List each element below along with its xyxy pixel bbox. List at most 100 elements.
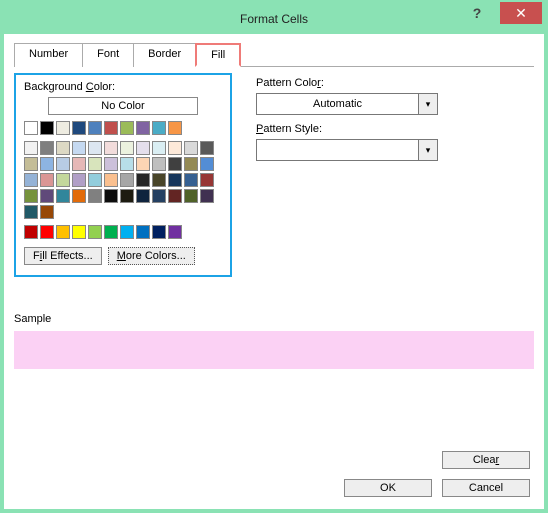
- titlebar: Format Cells ? ✕: [4, 4, 544, 34]
- fill-effects-button[interactable]: Fill Effects...: [24, 247, 102, 265]
- color-swatch[interactable]: [24, 121, 38, 135]
- color-swatch[interactable]: [72, 225, 86, 239]
- color-swatch[interactable]: [120, 121, 134, 135]
- color-swatch[interactable]: [104, 141, 118, 155]
- theme-colors-header-row: [24, 121, 222, 135]
- pattern-color-label: Pattern Color:: [256, 77, 534, 89]
- color-swatch[interactable]: [40, 189, 54, 203]
- pattern-style-combo[interactable]: ▾: [256, 139, 438, 161]
- color-swatch[interactable]: [152, 189, 166, 203]
- pattern-color-value: Automatic: [257, 98, 418, 110]
- color-swatch[interactable]: [104, 225, 118, 239]
- color-swatch[interactable]: [40, 205, 54, 219]
- pattern-panel: Pattern Color: Automatic ▾ Pattern Style…: [256, 73, 534, 277]
- color-swatch[interactable]: [72, 157, 86, 171]
- color-swatch[interactable]: [168, 141, 182, 155]
- color-swatch[interactable]: [72, 189, 86, 203]
- color-swatch[interactable]: [136, 225, 150, 239]
- color-swatch[interactable]: [120, 141, 134, 155]
- color-swatch[interactable]: [24, 189, 38, 203]
- format-cells-dialog: Format Cells ? ✕ NumberFontBorderFill Ba…: [0, 0, 548, 513]
- color-swatch[interactable]: [72, 141, 86, 155]
- ok-button[interactable]: OK: [344, 479, 432, 497]
- standard-colors-row: [24, 225, 222, 239]
- color-swatch[interactable]: [56, 157, 70, 171]
- pattern-color-combo[interactable]: Automatic ▾: [256, 93, 438, 115]
- color-swatch[interactable]: [168, 157, 182, 171]
- color-swatch[interactable]: [184, 157, 198, 171]
- color-swatch[interactable]: [24, 157, 38, 171]
- color-swatch[interactable]: [200, 157, 214, 171]
- color-swatch[interactable]: [88, 189, 102, 203]
- color-swatch[interactable]: [136, 189, 150, 203]
- color-swatch[interactable]: [184, 141, 198, 155]
- color-swatch[interactable]: [88, 157, 102, 171]
- color-swatch[interactable]: [136, 173, 150, 187]
- color-swatch[interactable]: [88, 225, 102, 239]
- color-swatch[interactable]: [152, 157, 166, 171]
- color-swatch[interactable]: [24, 141, 38, 155]
- background-color-label: Background Color:: [24, 81, 222, 93]
- clear-button[interactable]: Clear: [442, 451, 530, 469]
- color-swatch[interactable]: [120, 157, 134, 171]
- color-swatch[interactable]: [40, 173, 54, 187]
- sample-preview: [14, 331, 534, 369]
- color-swatch[interactable]: [40, 141, 54, 155]
- tab-font[interactable]: Font: [82, 43, 134, 67]
- tab-strip: NumberFontBorderFill: [14, 42, 534, 67]
- color-swatch[interactable]: [88, 173, 102, 187]
- no-color-button[interactable]: No Color: [48, 97, 198, 115]
- color-swatch[interactable]: [136, 121, 150, 135]
- color-swatch[interactable]: [104, 189, 118, 203]
- dialog-content: NumberFontBorderFill Background Color: N…: [4, 34, 544, 379]
- color-swatch[interactable]: [152, 225, 166, 239]
- background-color-panel: Background Color: No Color Fill Effects.…: [14, 73, 232, 277]
- color-swatch[interactable]: [56, 141, 70, 155]
- tab-border[interactable]: Border: [133, 43, 196, 67]
- color-swatch[interactable]: [88, 121, 102, 135]
- color-swatch[interactable]: [104, 157, 118, 171]
- color-swatch[interactable]: [200, 189, 214, 203]
- color-swatch[interactable]: [184, 173, 198, 187]
- tab-number[interactable]: Number: [14, 43, 83, 67]
- close-button[interactable]: ✕: [500, 2, 542, 24]
- color-swatch[interactable]: [168, 121, 182, 135]
- color-swatch[interactable]: [24, 173, 38, 187]
- color-swatch[interactable]: [72, 121, 86, 135]
- color-swatch[interactable]: [40, 225, 54, 239]
- help-button[interactable]: ?: [456, 2, 498, 24]
- color-swatch[interactable]: [200, 141, 214, 155]
- color-swatch[interactable]: [104, 173, 118, 187]
- color-swatch[interactable]: [24, 225, 38, 239]
- color-swatch[interactable]: [168, 225, 182, 239]
- color-swatch[interactable]: [120, 225, 134, 239]
- tab-fill[interactable]: Fill: [195, 43, 241, 67]
- theme-colors-grid: [24, 141, 222, 219]
- sample-label: Sample: [14, 313, 534, 325]
- color-swatch[interactable]: [72, 173, 86, 187]
- cancel-button[interactable]: Cancel: [442, 479, 530, 497]
- color-swatch[interactable]: [200, 173, 214, 187]
- chevron-down-icon: ▾: [418, 140, 437, 160]
- color-swatch[interactable]: [184, 189, 198, 203]
- color-swatch[interactable]: [136, 141, 150, 155]
- color-swatch[interactable]: [56, 189, 70, 203]
- color-swatch[interactable]: [152, 121, 166, 135]
- dialog-footer: Clear OK Cancel: [344, 451, 530, 497]
- color-swatch[interactable]: [88, 141, 102, 155]
- color-swatch[interactable]: [120, 189, 134, 203]
- color-swatch[interactable]: [104, 121, 118, 135]
- color-swatch[interactable]: [40, 157, 54, 171]
- color-swatch[interactable]: [168, 189, 182, 203]
- color-swatch[interactable]: [40, 121, 54, 135]
- color-swatch[interactable]: [24, 205, 38, 219]
- color-swatch[interactable]: [136, 157, 150, 171]
- color-swatch[interactable]: [152, 141, 166, 155]
- color-swatch[interactable]: [168, 173, 182, 187]
- color-swatch[interactable]: [56, 173, 70, 187]
- color-swatch[interactable]: [120, 173, 134, 187]
- color-swatch[interactable]: [56, 121, 70, 135]
- more-colors-button[interactable]: More Colors...: [108, 247, 195, 265]
- color-swatch[interactable]: [56, 225, 70, 239]
- color-swatch[interactable]: [152, 173, 166, 187]
